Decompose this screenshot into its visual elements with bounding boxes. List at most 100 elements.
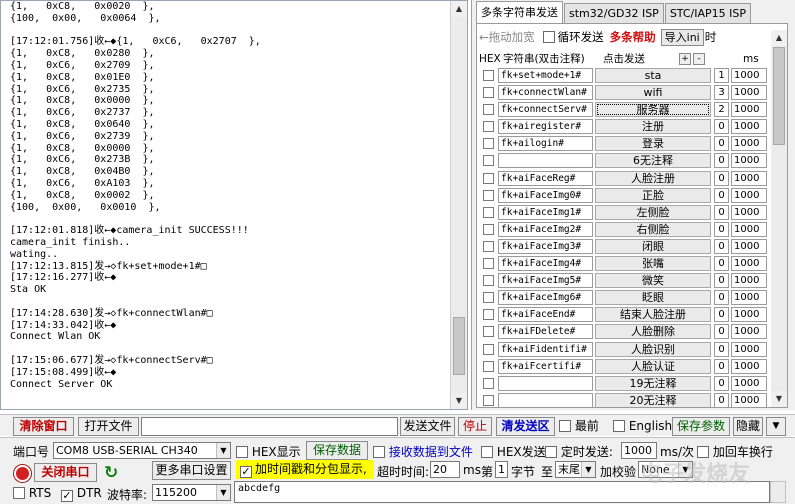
row-order-input[interactable]: 2 xyxy=(714,102,729,118)
row-delay-input[interactable]: 1000 xyxy=(731,290,767,306)
row-delay-input[interactable]: 1000 xyxy=(731,136,767,152)
row-hex-checkbox[interactable] xyxy=(483,172,494,184)
row-delay-input[interactable]: 1000 xyxy=(731,68,767,83)
row-send-button[interactable]: 20无注释 xyxy=(595,392,711,407)
row-string-input[interactable]: fk+aiFcertifi# xyxy=(498,358,593,374)
recv-to-file-checkbox[interactable] xyxy=(373,446,385,458)
row-hex-checkbox[interactable] xyxy=(483,155,494,167)
clear-window-button[interactable]: 清除窗口 xyxy=(13,417,74,436)
row-order-input[interactable]: 0 xyxy=(714,153,729,169)
chevron-down-icon[interactable]: ▼ xyxy=(581,462,595,477)
row-hex-checkbox[interactable] xyxy=(483,240,494,252)
row-order-input[interactable]: 3 xyxy=(714,85,729,101)
row-delay-input[interactable]: 1000 xyxy=(731,273,767,289)
row-send-button[interactable]: 人脸认证 xyxy=(595,358,711,374)
remove-row-button[interactable]: - xyxy=(693,53,705,65)
close-port-button[interactable]: 关闭串口 xyxy=(34,463,97,482)
row-order-input[interactable]: 0 xyxy=(714,341,729,357)
row-delay-input[interactable]: 1000 xyxy=(731,85,767,101)
import-ini-button[interactable]: 导入ini xyxy=(660,28,704,46)
row-delay-input[interactable]: 1000 xyxy=(731,375,767,391)
hex-send-checkbox[interactable] xyxy=(481,446,493,458)
row-order-input[interactable]: 0 xyxy=(714,119,729,135)
row-send-button[interactable]: wifi xyxy=(595,85,711,101)
rts-checkbox[interactable] xyxy=(13,487,25,499)
multi-scroll-thumb[interactable] xyxy=(773,47,785,145)
row-order-input[interactable]: 0 xyxy=(714,256,729,272)
row-send-button[interactable]: sta xyxy=(595,68,711,83)
timed-send-checkbox[interactable] xyxy=(545,446,557,458)
row-send-button[interactable]: 微笑 xyxy=(595,273,711,289)
row-delay-input[interactable]: 1000 xyxy=(731,221,767,237)
chevron-down-icon[interactable]: ▼ xyxy=(216,485,230,500)
collapse-icon[interactable]: ▼ xyxy=(766,417,786,436)
row-hex-checkbox[interactable] xyxy=(483,206,494,218)
row-string-input[interactable]: fk+airegister# xyxy=(498,119,593,135)
row-send-button[interactable]: 人脸删除 xyxy=(595,324,711,340)
row-hex-checkbox[interactable] xyxy=(483,343,494,355)
row-hex-checkbox[interactable] xyxy=(483,326,494,338)
row-send-button[interactable]: 张嘴 xyxy=(595,256,711,272)
loop-send-checkbox[interactable] xyxy=(542,31,555,43)
row-delay-input[interactable]: 1000 xyxy=(731,102,767,118)
row-hex-checkbox[interactable] xyxy=(483,394,494,406)
row-string-input[interactable] xyxy=(498,375,593,391)
save-params-button[interactable]: 保存参数 xyxy=(672,417,730,436)
row-string-input[interactable]: fk+set+mode+1# xyxy=(498,68,593,83)
row-order-input[interactable]: 0 xyxy=(714,204,729,220)
send-file-button[interactable]: 发送文件 xyxy=(400,417,455,436)
row-send-button[interactable]: 19无注释 xyxy=(595,375,711,391)
row-string-input[interactable]: fk+connectWlan# xyxy=(498,85,593,101)
row-string-input[interactable]: fk+ailogin# xyxy=(498,136,593,152)
hex-display-checkbox[interactable] xyxy=(236,446,248,458)
row-send-button[interactable]: 人脸注册 xyxy=(595,170,711,186)
row-string-input[interactable]: fk+aiFaceImg1# xyxy=(498,204,593,220)
row-send-button[interactable]: 人脸识别 xyxy=(595,341,711,357)
row-hex-checkbox[interactable] xyxy=(483,223,494,235)
scroll-down-icon[interactable]: ▼ xyxy=(451,393,467,409)
row-string-input[interactable]: fk+aiFaceReg# xyxy=(498,170,593,186)
row-send-button[interactable]: 服务器 xyxy=(595,102,711,118)
send-text-scrollbar[interactable] xyxy=(770,481,786,503)
row-delay-input[interactable]: 1000 xyxy=(731,238,767,254)
end-byte-select[interactable]: 末尾 ▼ xyxy=(555,461,596,478)
row-order-input[interactable]: 0 xyxy=(714,324,729,340)
row-string-input[interactable]: fk+aiFDelete# xyxy=(498,324,593,340)
row-order-input[interactable]: 0 xyxy=(714,307,729,323)
timeout-input[interactable]: 20 xyxy=(430,461,460,478)
row-hex-checkbox[interactable] xyxy=(483,87,494,99)
row-hex-checkbox[interactable] xyxy=(483,104,494,116)
tab-stc-isp[interactable]: STC/IAP15 ISP xyxy=(664,3,752,24)
refresh-icon[interactable]: ↻ xyxy=(104,463,118,483)
drag-widen-label[interactable]: ←拖动加宽 xyxy=(479,29,535,45)
row-hex-checkbox[interactable] xyxy=(483,138,494,150)
row-delay-input[interactable]: 1000 xyxy=(731,324,767,340)
tab-stm32-isp[interactable]: stm32/GD32 ISP xyxy=(564,3,664,24)
row-string-input[interactable] xyxy=(498,392,593,407)
multi-string-scrollbar[interactable]: ▲ ▼ xyxy=(771,30,787,407)
row-delay-input[interactable]: 1000 xyxy=(731,187,767,203)
chevron-down-icon[interactable]: ▼ xyxy=(216,443,230,458)
row-send-button[interactable]: 注册 xyxy=(595,119,711,135)
row-send-button[interactable]: 登录 xyxy=(595,136,711,152)
save-data-button[interactable]: 保存数据 xyxy=(306,441,368,460)
row-order-input[interactable]: 0 xyxy=(714,290,729,306)
row-delay-input[interactable]: 1000 xyxy=(731,119,767,135)
row-order-input[interactable]: 0 xyxy=(714,170,729,186)
row-order-input[interactable]: 0 xyxy=(714,238,729,254)
row-hex-checkbox[interactable] xyxy=(483,360,494,372)
row-string-input[interactable]: fk+aiFaceImg6# xyxy=(498,290,593,306)
row-delay-input[interactable]: 1000 xyxy=(731,358,767,374)
port-select[interactable]: COM8 USB-SERIAL CH340 ▼ xyxy=(53,442,231,459)
start-byte-input[interactable]: 1 xyxy=(495,461,508,478)
row-delay-input[interactable]: 1000 xyxy=(731,341,767,357)
multi-scroll-up-icon[interactable]: ▲ xyxy=(771,30,787,46)
row-hex-checkbox[interactable] xyxy=(483,189,494,201)
row-order-input[interactable]: 0 xyxy=(714,136,729,152)
open-file-button[interactable]: 打开文件 xyxy=(78,417,139,436)
add-row-button[interactable]: + xyxy=(679,53,691,65)
row-string-input[interactable]: fk+aiFaceImg3# xyxy=(498,238,593,254)
row-send-button[interactable]: 眨眼 xyxy=(595,290,711,306)
row-hex-checkbox[interactable] xyxy=(483,309,494,321)
row-string-input[interactable]: fk+aiFaceImg0# xyxy=(498,187,593,203)
